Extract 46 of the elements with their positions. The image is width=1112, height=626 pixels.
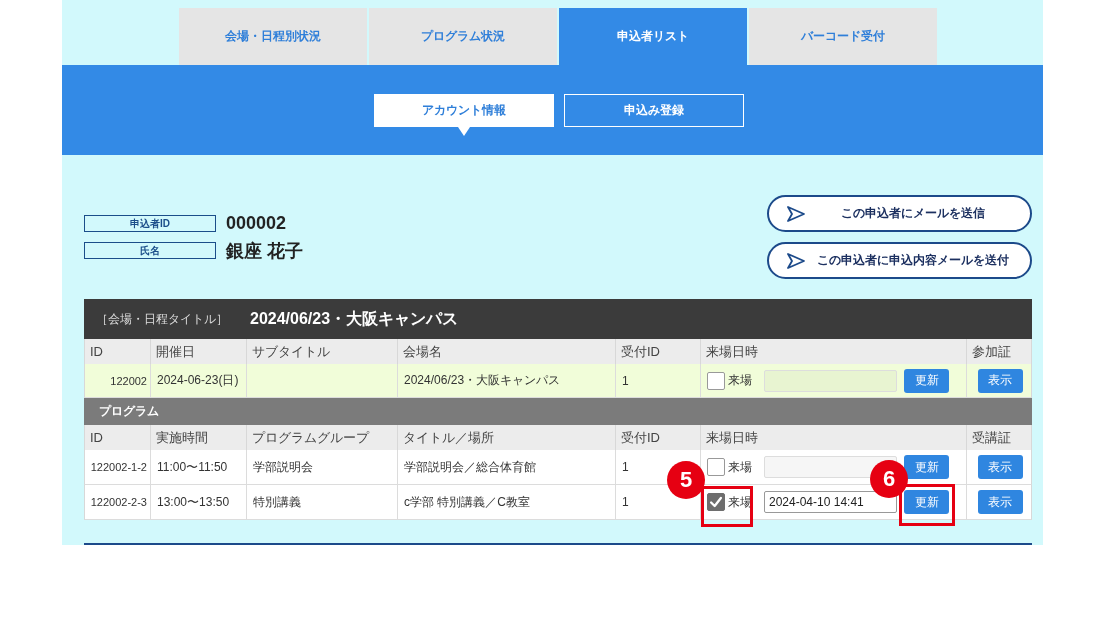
checkbox[interactable] <box>707 458 725 476</box>
date-time-field[interactable]: 2024-04-10 14:41 <box>764 491 897 513</box>
nav-tab[interactable]: プログラム状況 <box>369 8 557 65</box>
column-header: 受講証 <box>971 428 1012 447</box>
table-cell: 2024-06-23(日) <box>151 364 247 397</box>
table-cell: 122002 <box>85 364 151 397</box>
field-label: 氏名 <box>84 242 216 259</box>
table-cell: 122002-2-3 <box>85 485 151 519</box>
view-button[interactable]: 表示 <box>977 490 1023 514</box>
table-cell: 1 <box>616 364 701 397</box>
checkbox[interactable] <box>707 493 725 511</box>
nav-tab[interactable]: バーコード受付 <box>749 8 937 65</box>
table-cell: 13:00〜13:50 <box>151 485 247 519</box>
table-title: 2024/06/23・大阪キャンパス <box>250 308 459 329</box>
send-mail-button[interactable]: この申込者に申込内容メールを送付 <box>767 242 1032 279</box>
table-cell: 学部説明会 <box>247 450 398 484</box>
table-cell: 122002-1-2 <box>85 450 151 484</box>
check-icon <box>708 494 724 510</box>
highlight-frame <box>701 486 753 527</box>
send-icon <box>787 205 805 222</box>
sub-tab[interactable]: アカウント情報 <box>373 94 554 127</box>
update-button[interactable]: 更新 <box>904 368 949 393</box>
checkbox-label: 来場 <box>728 372 752 389</box>
update-button[interactable]: 更新 <box>904 490 949 514</box>
view-button[interactable]: 表示 <box>977 455 1023 479</box>
table-cell: 11:00〜11:50 <box>151 450 247 484</box>
checkbox[interactable] <box>707 371 725 390</box>
column-header: 参加証 <box>971 342 1012 361</box>
table-cell: 特別講義 <box>247 485 398 519</box>
field-label: 申込者ID <box>84 215 216 232</box>
section-header: プログラム <box>84 398 1032 425</box>
field-value: 銀座 花子 <box>226 239 303 263</box>
view-button[interactable]: 表示 <box>977 368 1023 393</box>
table-cell: c学部 特別講義／C教室 <box>398 485 616 519</box>
pointer-icon <box>457 127 470 136</box>
update-button[interactable]: 更新 <box>904 455 949 479</box>
nav-tab[interactable]: 会場・日程別状況 <box>179 8 367 65</box>
table-cell: 学部説明会／総合体育館 <box>398 450 616 484</box>
sub-tab[interactable]: 申込み登録 <box>563 94 744 127</box>
send-icon <box>787 252 805 269</box>
table-cell: 2024/06/23・大阪キャンパス <box>398 364 616 397</box>
field-value: 000002 <box>226 213 287 234</box>
checkbox-label: 来場 <box>728 458 752 476</box>
title-label: ［会場・日程タイトル］ <box>96 310 228 328</box>
nav-tab[interactable]: 申込者リスト <box>559 8 747 65</box>
send-mail-button[interactable]: この申込者にメールを送信 <box>767 195 1032 232</box>
